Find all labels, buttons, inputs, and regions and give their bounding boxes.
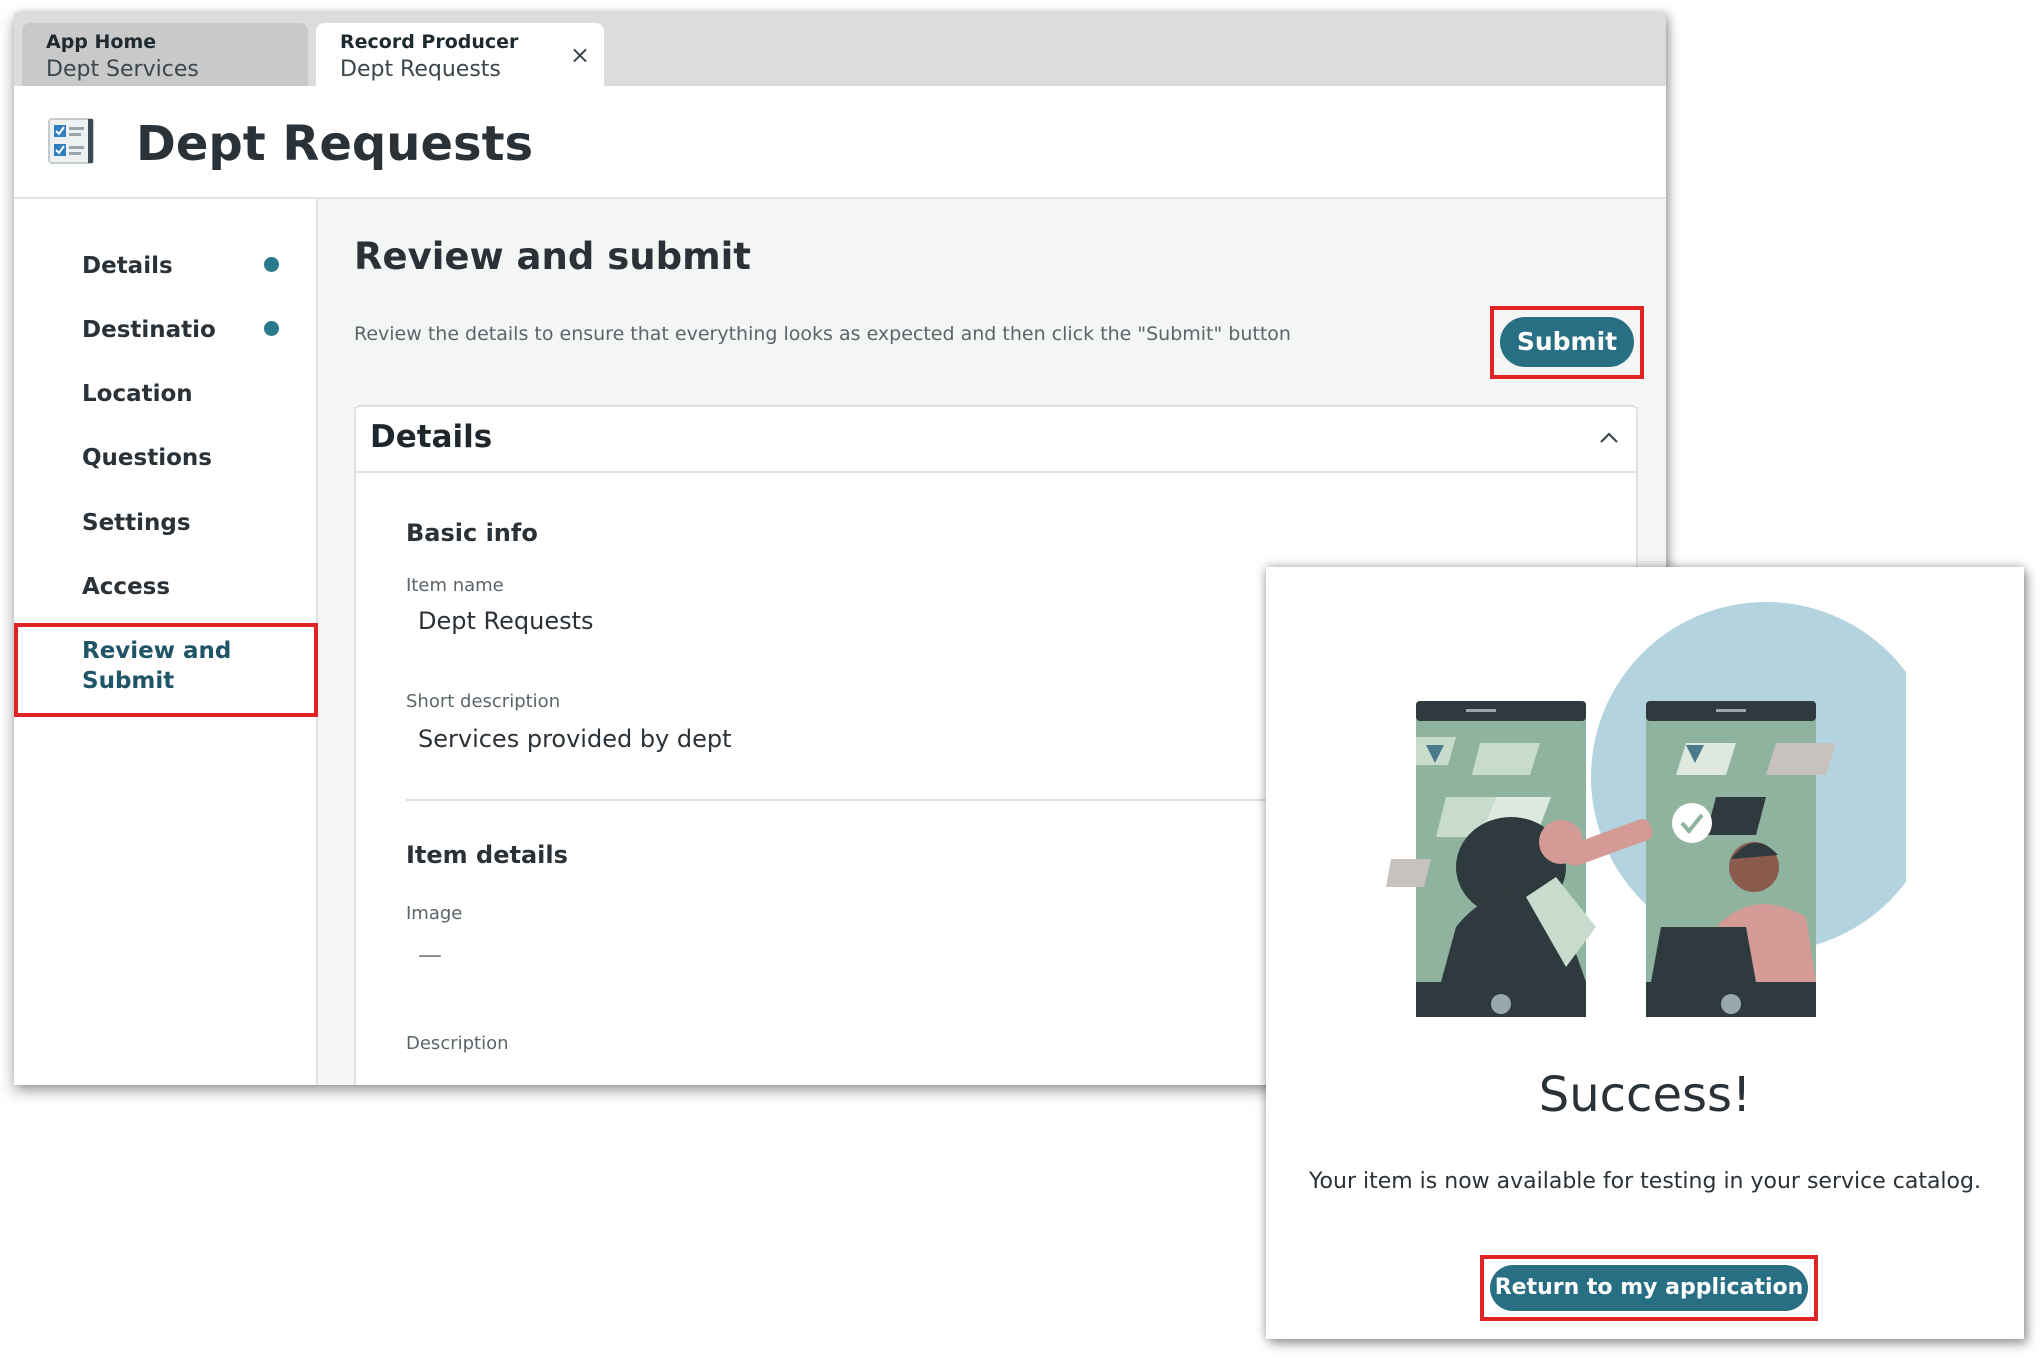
tab-app-home-label: App Home — [46, 31, 157, 53]
item-name-label: Item name — [406, 575, 504, 596]
completed-dot-icon — [264, 257, 279, 272]
sidebar: Details Destinatio Location Questions Se… — [14, 199, 318, 1085]
short-description-value: Services provided by dept — [418, 725, 732, 753]
tab-record-producer-label: Record Producer — [340, 31, 519, 53]
page-title: Dept Requests — [136, 116, 534, 172]
success-message: Your item is now available for testing i… — [1309, 1169, 1981, 1194]
tab-app-home-title: Dept Services — [46, 57, 199, 82]
item-details-heading: Item details — [406, 841, 568, 869]
success-dialog: Success! Your item is now available for … — [1266, 567, 2024, 1339]
short-description-label: Short description — [406, 691, 561, 712]
image-value: — — [418, 941, 442, 969]
page-header: Dept Requests — [14, 86, 1666, 199]
sidebar-item-settings[interactable]: Settings — [82, 510, 191, 536]
details-card-title: Details — [370, 419, 493, 455]
instructions-text: Review the details to ensure that everyt… — [354, 323, 1291, 345]
tab-app-home[interactable]: App Home Dept Services — [22, 23, 308, 86]
highlight-box — [14, 623, 318, 717]
sidebar-item-location[interactable]: Location — [82, 381, 193, 407]
sidebar-item-access[interactable]: Access — [82, 574, 170, 600]
section-title: Review and submit — [354, 235, 751, 278]
basic-info-heading: Basic info — [406, 519, 538, 547]
sidebar-item-details[interactable]: Details — [82, 253, 173, 279]
tab-record-producer-title: Dept Requests — [340, 57, 501, 82]
sidebar-item-questions[interactable]: Questions — [82, 445, 212, 471]
description-label: Description — [406, 1033, 509, 1054]
details-card-header[interactable]: Details — [356, 407, 1636, 473]
success-title: Success! — [1538, 1067, 1752, 1123]
tab-record-producer[interactable]: Record Producer Dept Requests × — [316, 23, 604, 86]
highlight-box — [1490, 306, 1644, 379]
image-label: Image — [406, 903, 463, 924]
success-illustration — [1386, 602, 1906, 1017]
completed-dot-icon — [264, 321, 279, 336]
tab-bar: App Home Dept Services Record Producer D… — [14, 13, 1666, 86]
checklist-icon — [48, 118, 94, 164]
chevron-up-icon[interactable] — [1596, 425, 1622, 451]
item-name-value: Dept Requests — [418, 607, 594, 635]
sidebar-item-destination[interactable]: Destinatio — [82, 317, 216, 343]
close-icon[interactable]: × — [570, 41, 590, 69]
highlight-box — [1480, 1255, 1818, 1321]
